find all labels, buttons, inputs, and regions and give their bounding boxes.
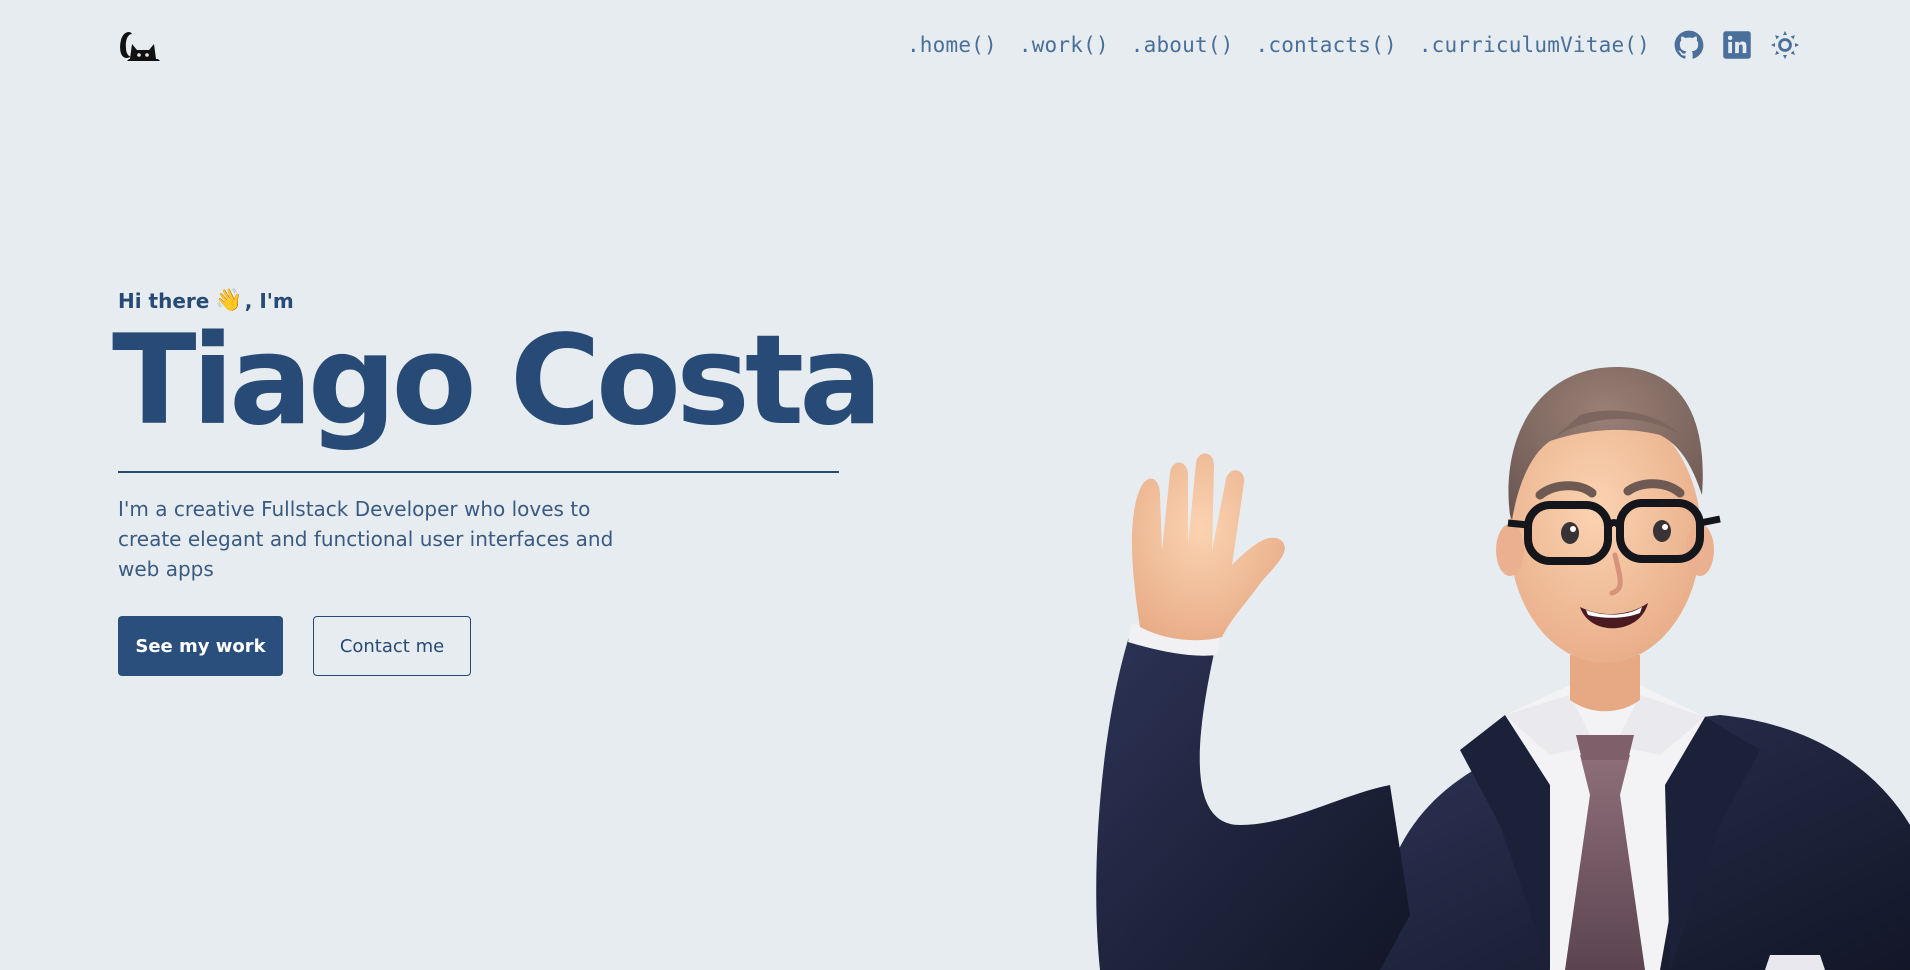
cat-logo-icon[interactable]: [118, 28, 166, 62]
hero-divider: [118, 471, 839, 473]
nav-curriculum-vitae[interactable]: .curriculumVitae(): [1419, 33, 1650, 57]
nav-work[interactable]: .work(): [1019, 33, 1109, 57]
hero-tagline: I'm a creative Fullstack Developer who l…: [118, 497, 614, 581]
nav-home[interactable]: .home(): [907, 33, 997, 57]
hero-name: Tiago Costa: [112, 309, 883, 453]
waving-man-avatar: [1096, 366, 1910, 970]
contact-me-button[interactable]: Contact me: [313, 616, 471, 676]
nav-icons: [1674, 30, 1800, 60]
nav-about[interactable]: .about(): [1131, 33, 1234, 57]
github-icon[interactable]: [1674, 30, 1704, 60]
main-nav: .home() .work() .about() .contacts() .cu…: [907, 30, 1800, 60]
sun-icon[interactable]: [1770, 30, 1800, 60]
see-my-work-button[interactable]: See my work: [118, 616, 283, 676]
nav-contacts[interactable]: .contacts(): [1256, 33, 1397, 57]
linkedin-icon[interactable]: [1722, 30, 1752, 60]
page: .home() .work() .about() .contacts() .cu…: [0, 0, 1910, 970]
